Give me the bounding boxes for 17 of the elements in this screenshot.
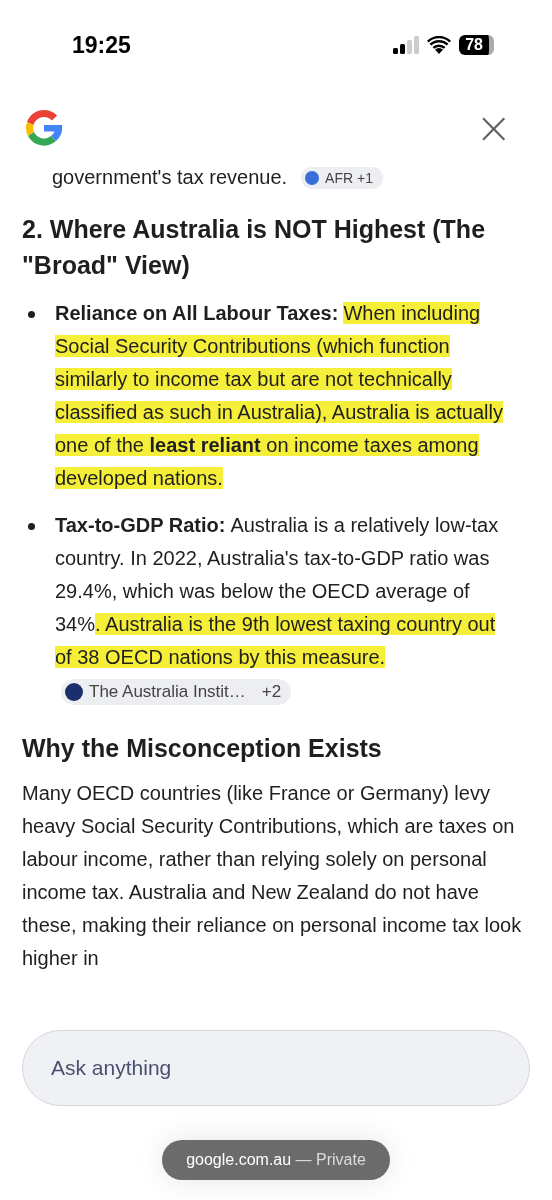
- source-chip[interactable]: The Australia Instit… +2: [61, 678, 292, 705]
- paragraph: Many OECD countries (like France or Germany) levy heavy Social Security Contributions, which are taxes on labour income, rather than relying solely on personal income tax. Australia and New Zealand do not have these, making their reliance on personal income tax look higher in: [22, 781, 523, 971]
- text-line: government's tax revenue.: [52, 166, 288, 189]
- url-pill[interactable]: google.com.au — Private: [162, 1140, 390, 1180]
- bullet-dot: [28, 523, 35, 530]
- status-time: 19:25: [72, 31, 131, 59]
- ask-field[interactable]: Ask anything: [22, 1030, 530, 1106]
- source-chip[interactable]: AFR +1: [301, 166, 383, 189]
- bullet-dot: [28, 311, 35, 318]
- battery-level: 78: [459, 35, 494, 55]
- section-heading: 2. Where Australia is NOT Highest (The "Broad" View): [22, 214, 487, 281]
- bullet-text: Tax-to-GDP Ratio: Australia is a relatively low-tax country. In 2022, Australia's tax-to-GDP ratio was 29.4%, which was below the OECD average of 34%. Australia is the 9th lowest taxing country out of 38 OECD nations by this measure. The Australia Instit… +2: [55, 509, 530, 707]
- close-button[interactable]: ×: [475, 106, 512, 150]
- bullet-text: Reliance on All Labour Taxes: When including Social Security Contributions (which function similarly to income tax but are not technically classified as such in Australia), Australia is actually one of the least reliant on income taxes among developed nations.: [55, 301, 504, 491]
- signal-icon: [393, 36, 420, 54]
- wifi-icon: [427, 36, 452, 54]
- section-heading: Why the Misconception Exists: [22, 733, 383, 764]
